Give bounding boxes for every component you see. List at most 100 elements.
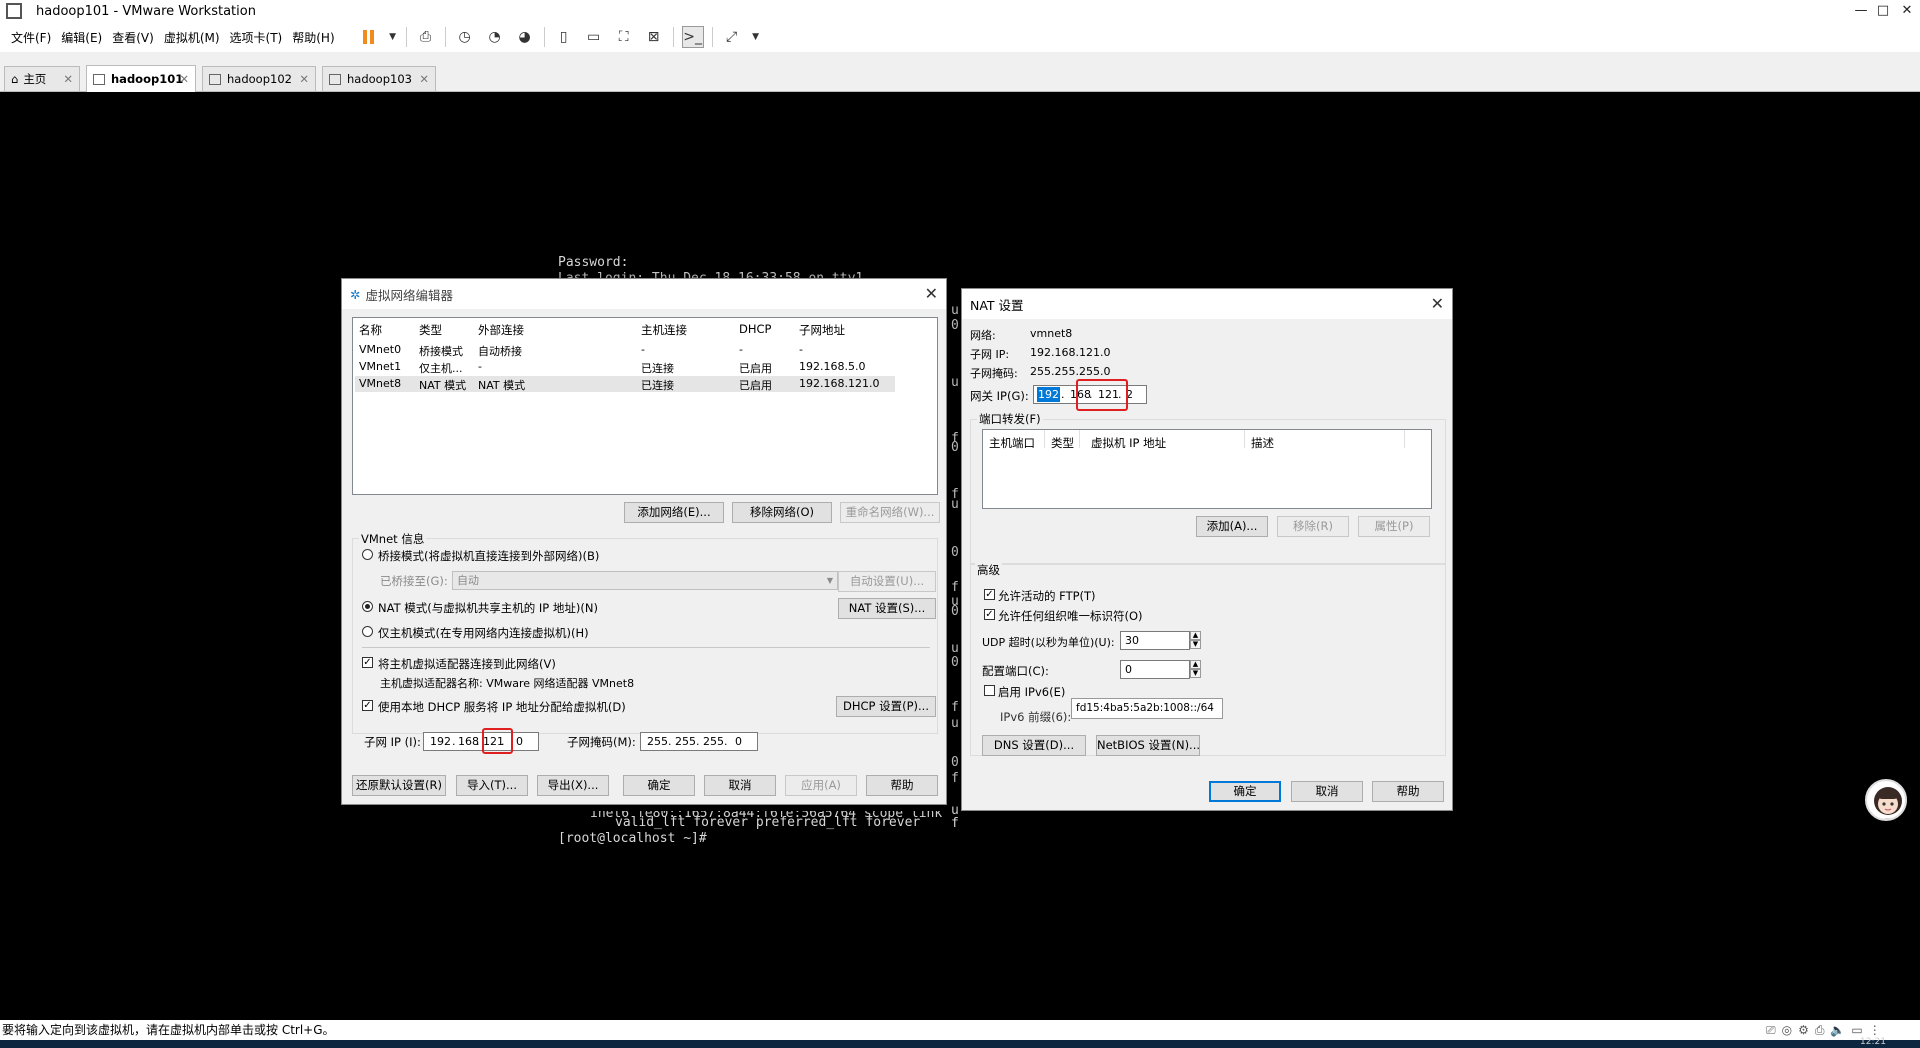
- stretch-icon[interactable]: ⤢: [721, 26, 743, 48]
- table-row[interactable]: VMnet8 NAT 模式 NAT 模式 已连接 已启用 192.168.121.0: [355, 376, 895, 392]
- network-list[interactable]: 名称 类型 外部连接 主机连接 DHCP 子网地址 VMnet0 桥接模式 自动桥接…: [352, 317, 938, 495]
- help-button[interactable]: 帮助: [1372, 781, 1444, 802]
- udp-timeout-input[interactable]: 30: [1120, 631, 1190, 650]
- dhcp-settings-button[interactable]: DHCP 设置(P)...: [836, 696, 936, 717]
- unity-icon[interactable]: ⊠: [643, 26, 665, 48]
- config-port-input[interactable]: 0: [1120, 660, 1190, 679]
- add-network-button[interactable]: 添加网络(E)...: [624, 502, 724, 523]
- window-titlebar: hadoop101 - VMware Workstation — □ ✕: [0, 0, 1920, 22]
- home-icon: ⌂: [11, 72, 19, 86]
- assistant-avatar[interactable]: [1865, 779, 1907, 821]
- chevron-down-icon[interactable]: ▼: [388, 26, 398, 48]
- auto-settings-button[interactable]: 自动设置(U)...: [838, 571, 936, 592]
- close-window-button[interactable]: ✕: [1896, 0, 1918, 22]
- snapshot-icon[interactable]: ◷: [454, 26, 476, 48]
- port-forwarding-list[interactable]: 主机端口 类型 虚拟机 IP 地址 描述: [982, 429, 1432, 509]
- table-cell: 已连接: [641, 362, 674, 375]
- close-icon[interactable]: ✕: [419, 72, 429, 86]
- nat-mode-radio[interactable]: [362, 601, 373, 612]
- tab-home[interactable]: ⌂ 主页 ✕: [4, 66, 80, 91]
- spin-down-icon[interactable]: ▼: [1190, 640, 1201, 649]
- terminal-fragment: 0: [951, 604, 959, 619]
- remove-port-button[interactable]: 移除(R): [1277, 516, 1349, 537]
- column-header-dhcp[interactable]: DHCP: [739, 322, 771, 336]
- import-button[interactable]: 导入(T)...: [456, 775, 528, 796]
- chevron-down-icon[interactable]: ▼: [751, 26, 761, 48]
- column-header-type[interactable]: 类型: [419, 322, 442, 338]
- port-properties-button[interactable]: 属性(P): [1358, 516, 1430, 537]
- menu-edit[interactable]: 编辑(E): [56, 29, 107, 46]
- pause-icon[interactable]: [358, 26, 380, 48]
- export-button[interactable]: 导出(X)...: [537, 775, 609, 796]
- tab-hadoop101[interactable]: hadoop101 ✕: [86, 65, 196, 92]
- spin-up-icon[interactable]: ▲: [1190, 660, 1201, 669]
- terminal-line: Password:: [558, 255, 629, 270]
- vm-console[interactable]: [0, 92, 1920, 1020]
- fullscreen-icon[interactable]: ⛶: [613, 26, 635, 48]
- remove-network-button[interactable]: 移除网络(O): [732, 502, 832, 523]
- table-row[interactable]: VMnet1 仅主机... - 已连接 已启用 192.168.5.0: [355, 359, 895, 375]
- dns-settings-button[interactable]: DNS 设置(D)...: [982, 735, 1086, 756]
- table-row[interactable]: VMnet0 桥接模式 自动桥接 - - -: [355, 342, 895, 358]
- column-header-description[interactable]: 描述: [1251, 435, 1274, 451]
- close-icon[interactable]: ✕: [63, 72, 73, 86]
- network-label: 网络:: [970, 329, 996, 342]
- menu-view[interactable]: 查看(V): [107, 29, 159, 46]
- table-cell: VMnet1: [359, 360, 402, 373]
- close-icon[interactable]: ✕: [179, 72, 189, 86]
- tab-hadoop102[interactable]: hadoop102 ✕: [202, 66, 316, 91]
- column-header-name[interactable]: 名称: [359, 322, 382, 338]
- allow-oui-checkbox[interactable]: ✓: [984, 609, 995, 620]
- terminal-fragment: 0: [951, 655, 959, 670]
- subnet-ip-label: 子网 IP (I):: [364, 735, 421, 749]
- table-cell: -: [799, 343, 803, 356]
- add-port-button[interactable]: 添加(A)...: [1196, 516, 1268, 537]
- spin-down-icon[interactable]: ▼: [1190, 669, 1201, 678]
- thumbnail-bar-icon[interactable]: ▭: [583, 26, 605, 48]
- window-title: hadoop101 - VMware Workstation: [36, 3, 256, 19]
- menu-tabs[interactable]: 选项卡(T): [225, 29, 288, 46]
- spin-up-icon[interactable]: ▲: [1190, 631, 1201, 640]
- help-button[interactable]: 帮助: [866, 775, 938, 796]
- bridge-mode-radio[interactable]: [362, 549, 373, 560]
- use-dhcp-checkbox[interactable]: ✓: [362, 700, 373, 711]
- restore-defaults-button[interactable]: 还原默认设置(R): [352, 775, 446, 796]
- column-header-host[interactable]: 主机连接: [641, 322, 687, 338]
- menu-vm[interactable]: 虚拟机(M): [159, 29, 225, 46]
- close-icon[interactable]: ✕: [925, 284, 938, 303]
- netbios-settings-button[interactable]: NetBIOS 设置(N)...: [1096, 735, 1200, 756]
- cancel-button[interactable]: 取消: [1291, 781, 1363, 802]
- nat-settings-button[interactable]: NAT 设置(S)...: [838, 598, 936, 619]
- connect-adapter-checkbox[interactable]: ✓: [362, 657, 373, 668]
- snapshot-manager-icon[interactable]: ◕: [514, 26, 536, 48]
- bridged-to-value: 自动: [457, 574, 479, 587]
- column-header-type[interactable]: 类型: [1051, 435, 1074, 451]
- column-header-subnet[interactable]: 子网地址: [799, 322, 845, 338]
- subnet-ip-input[interactable]: 192 . 168 . 121 . 0: [423, 732, 539, 751]
- ipv6-prefix-input[interactable]: fd15:4ba5:5a2b:1008::/64: [1071, 698, 1223, 719]
- sidebar-toggle-icon[interactable]: ▯: [553, 26, 575, 48]
- menu-file[interactable]: 文件(F): [6, 29, 56, 46]
- host-only-radio[interactable]: [362, 626, 373, 637]
- close-icon[interactable]: ✕: [299, 72, 309, 86]
- column-header-external[interactable]: 外部连接: [478, 322, 524, 338]
- apply-button[interactable]: 应用(A): [785, 775, 857, 796]
- maximize-button[interactable]: □: [1872, 0, 1894, 22]
- send-keys-icon[interactable]: ⎙: [415, 26, 437, 48]
- close-icon[interactable]: ✕: [1431, 294, 1444, 313]
- tab-hadoop103[interactable]: hadoop103 ✕: [322, 66, 436, 91]
- enable-ipv6-checkbox[interactable]: [984, 685, 995, 696]
- revert-snapshot-icon[interactable]: ◔: [484, 26, 506, 48]
- allow-ftp-checkbox[interactable]: ✓: [984, 589, 995, 600]
- menu-help[interactable]: 帮助(H): [287, 29, 339, 46]
- bridged-to-select[interactable]: 自动 ▼: [452, 571, 838, 590]
- ok-button[interactable]: 确定: [623, 775, 695, 796]
- minimize-button[interactable]: —: [1850, 0, 1872, 22]
- ok-button[interactable]: 确定: [1209, 781, 1281, 802]
- cancel-button[interactable]: 取消: [704, 775, 776, 796]
- column-header-vm-ip[interactable]: 虚拟机 IP 地址: [1091, 435, 1166, 451]
- console-view-icon[interactable]: >_: [681, 26, 704, 48]
- subnet-mask-input[interactable]: 255 . 255 . 255 . 0: [640, 732, 758, 751]
- column-header-host-port[interactable]: 主机端口: [989, 435, 1035, 451]
- rename-network-button[interactable]: 重命名网络(W)...: [840, 502, 940, 523]
